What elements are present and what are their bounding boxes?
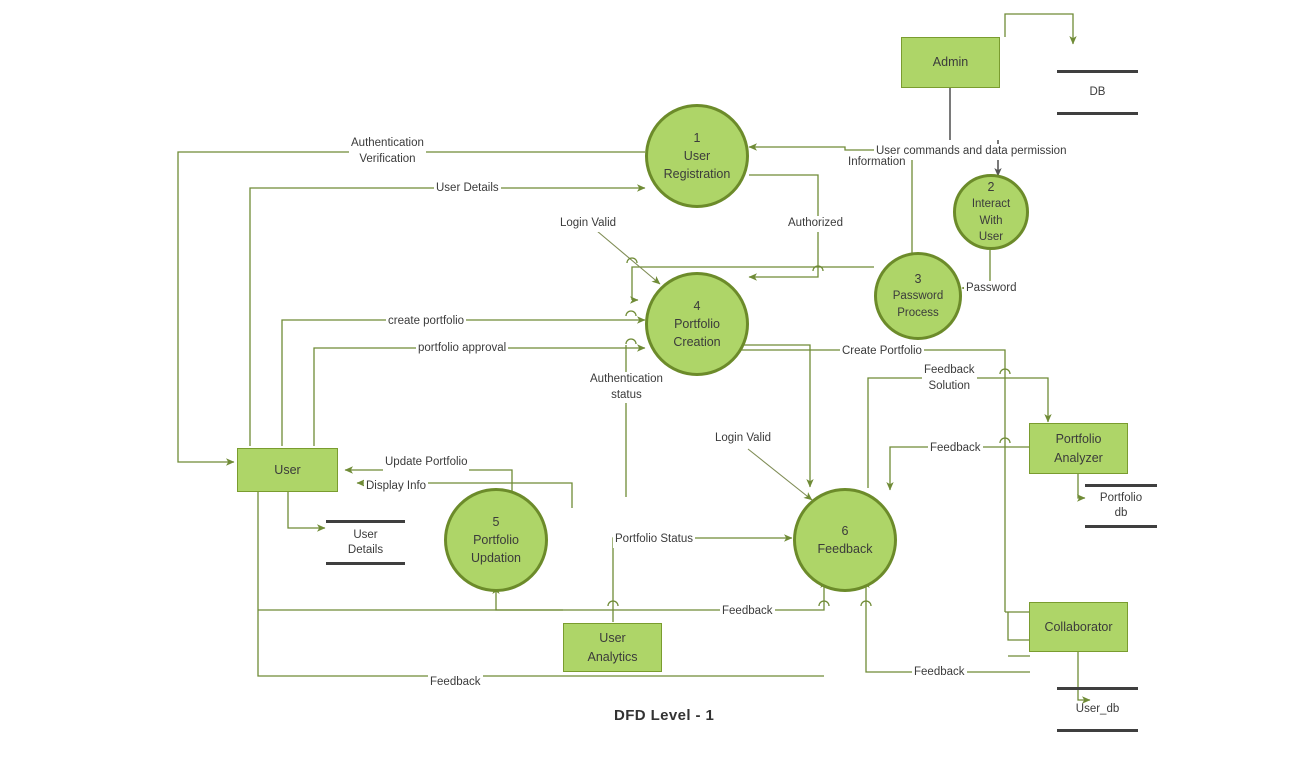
flow-label-feedback-analyzer: Feedback: [928, 441, 983, 457]
diagram-title: DFD Level - 1: [614, 707, 715, 724]
data-store-user-details[interactable]: User Details: [326, 520, 405, 565]
external-entity-portfolio-analyzer[interactable]: Portfolio Analyzer: [1029, 423, 1128, 474]
flow-label-feedback-bottom: Feedback: [428, 675, 483, 691]
flow-label-information: Information: [846, 155, 908, 171]
process-5-number: 5: [492, 514, 500, 529]
flow-label-authentication-status-line2: status: [611, 388, 642, 401]
entity-label-portfolio-analyzer-line1: Portfolio: [1055, 432, 1102, 447]
flow-label-login-valid-upper: Login Valid: [558, 216, 619, 232]
flow-label-portfolio-status: Portfolio Status: [613, 532, 695, 548]
entity-label-collaborator: Collaborator: [1044, 619, 1113, 634]
entity-label-portfolio-analyzer-line2: Analyzer: [1054, 450, 1103, 465]
data-store-portfolio-db[interactable]: Portfolio db: [1085, 484, 1157, 528]
flow-label-feedback-solution-line2: Solution: [928, 379, 971, 392]
process-4-number: 4: [693, 298, 701, 313]
process-4-portfolio-creation[interactable]: 4 Portfolio Creation: [645, 272, 749, 376]
entity-label-user-analytics-line1: User: [599, 631, 626, 646]
external-entity-user[interactable]: User: [237, 448, 338, 492]
process-5-label-line2: Updation: [470, 551, 522, 566]
process-3-label-line2: Process: [897, 307, 939, 320]
process-1-label-line1: User: [683, 148, 711, 163]
process-3-password-process[interactable]: 3 Password Process: [874, 252, 962, 340]
data-store-user-db-label: User_db: [1075, 703, 1120, 716]
process-3-number: 3: [914, 272, 922, 287]
process-6-number: 6: [841, 523, 849, 538]
flow-label-feedback-solution: Feedback Solution: [922, 363, 977, 395]
data-store-db-bottom-bar: [1057, 112, 1138, 115]
data-store-portfolio-db-line2: db: [1114, 507, 1128, 519]
data-store-user-db[interactable]: User_db: [1057, 687, 1138, 732]
flow-label-authorized: Authorized: [786, 216, 845, 232]
flow-label-login-valid-lower: Login Valid: [713, 431, 774, 447]
flow-label-authentication-verification: Authentication Verification: [349, 136, 426, 168]
process-3-label-line1: Password: [892, 290, 944, 303]
entity-label-user-analytics-line2: Analytics: [587, 649, 638, 664]
flow-label-create-portfolio-upper: Create Portfolio: [840, 344, 924, 360]
data-store-portfolio-db-bottom-bar: [1085, 525, 1157, 528]
flow-label-user-details: User Details: [434, 181, 501, 197]
external-entity-user-analytics[interactable]: User Analytics: [563, 623, 662, 672]
dfd-diagram-canvas: Admin User Portfolio Analyzer User Analy…: [0, 0, 1305, 759]
process-2-label-line3: User: [978, 231, 1004, 244]
process-2-label-line1: Interact: [971, 198, 1011, 211]
entity-label-user: User: [274, 462, 301, 477]
data-store-user-details-bottom-bar: [326, 562, 405, 565]
process-5-portfolio-updation[interactable]: 5 Portfolio Updation: [444, 488, 548, 592]
external-entity-collaborator[interactable]: Collaborator: [1029, 602, 1128, 652]
process-5-label-line1: Portfolio: [473, 532, 519, 547]
flow-label-feedback-middle: Feedback: [720, 604, 775, 620]
data-store-user-db-bottom-bar: [1057, 729, 1138, 732]
flow-label-display-info: Display Info: [364, 479, 429, 495]
process-4-label-line2: Creation: [673, 335, 721, 350]
flow-label-password: Password: [964, 281, 1019, 297]
flow-label-feedback-collaborator: Feedback: [912, 665, 967, 681]
process-1-number: 1: [693, 130, 701, 145]
data-store-user-details-line1: User: [353, 528, 378, 541]
process-2-interact-with-user[interactable]: 2 Interact With User: [953, 174, 1029, 250]
flow-label-authentication-verification-line2: Verification: [359, 152, 416, 165]
process-1-user-registration[interactable]: 1 User Registration: [645, 104, 749, 208]
flow-label-authentication-verification-line1: Authentication: [351, 137, 424, 149]
process-2-number: 2: [987, 179, 995, 194]
entity-label-admin: Admin: [932, 55, 969, 70]
process-2-label-line2: With: [979, 214, 1003, 227]
data-store-db-label: DB: [1089, 86, 1106, 99]
data-store-user-details-line2: Details: [347, 543, 384, 556]
external-entity-admin[interactable]: Admin: [901, 37, 1000, 88]
process-6-feedback[interactable]: 6 Feedback: [793, 488, 897, 592]
process-4-label-line1: Portfolio: [674, 316, 720, 331]
data-store-db[interactable]: DB: [1057, 70, 1138, 115]
process-6-label-line1: Feedback: [817, 542, 873, 556]
flow-label-feedback-solution-line1: Feedback: [924, 364, 975, 376]
flow-label-authentication-status-line1: Authentication: [590, 373, 663, 385]
flow-label-update-portfolio: Update Portfolio: [383, 455, 470, 471]
process-1-label-line2: Registration: [663, 167, 731, 182]
flow-label-portfolio-approval: portfolio approval: [416, 341, 509, 357]
data-store-portfolio-db-line1: Portfolio: [1099, 492, 1143, 505]
flow-label-authentication-status: Authentication status: [588, 372, 665, 404]
flow-label-create-portfolio-lower: create portfolio: [386, 314, 467, 330]
